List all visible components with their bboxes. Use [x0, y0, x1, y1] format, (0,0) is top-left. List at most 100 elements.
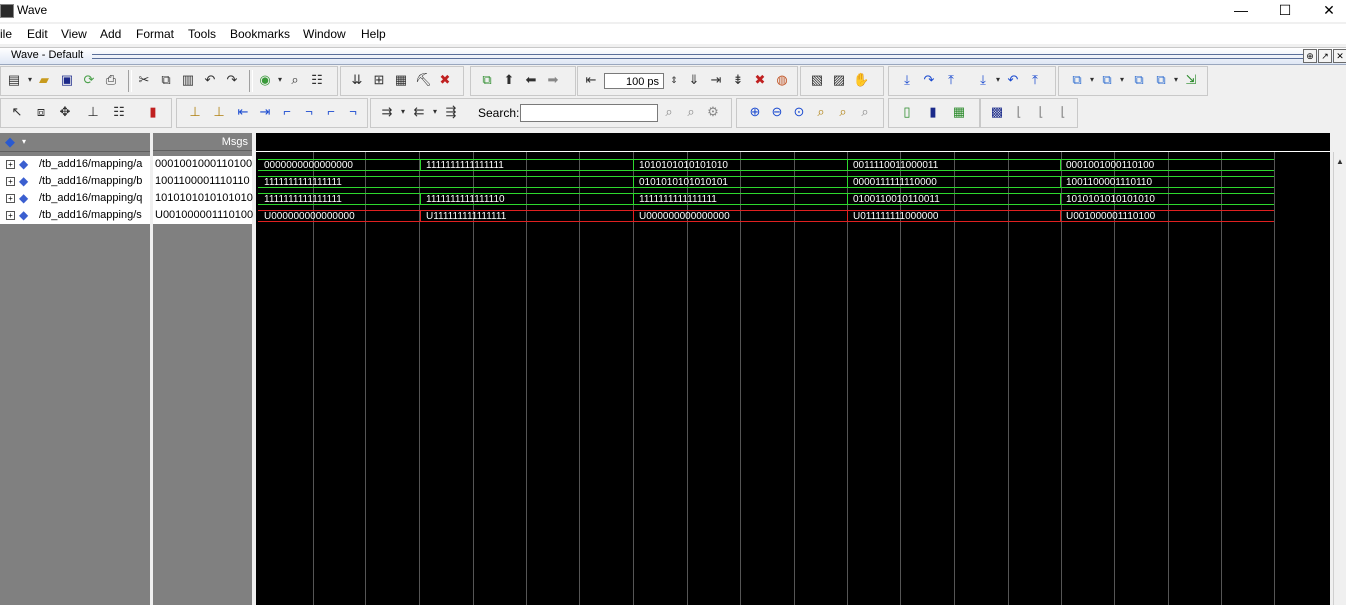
search-prev-icon[interactable]: ⌕ — [661, 104, 677, 120]
pan-mode-icon[interactable]: ✥ — [57, 104, 73, 120]
stop-icon[interactable]: ✖ — [437, 72, 453, 88]
drag-grip[interactable] — [92, 54, 1306, 59]
step-over-icon[interactable]: ↷ — [921, 72, 937, 88]
waveform-segment[interactable]: 1111111111111111 — [258, 176, 633, 188]
close-pane-icon[interactable]: ✕ — [1333, 49, 1346, 63]
stop-run-icon[interactable]: ◍ — [774, 72, 790, 88]
prev-falling-icon[interactable]: ⌐ — [279, 104, 295, 120]
delete-cursor-icon[interactable]: ⊥ — [211, 104, 227, 120]
next-falling-icon[interactable]: ¬ — [301, 104, 317, 120]
waveform-segment[interactable]: U000000000000000 — [633, 210, 847, 222]
waveform-segment[interactable]: 0001001000110100 — [1060, 159, 1274, 171]
dropdown-arrow-icon[interactable]: ▾ — [990, 72, 1006, 88]
search-input[interactable] — [520, 104, 658, 122]
menu-view[interactable]: View — [61, 27, 87, 41]
waveform-segment[interactable]: 0000000000000000 — [258, 159, 420, 171]
pattern-icon[interactable]: ▩ — [989, 104, 1005, 120]
pulse-edge-icon[interactable]: ⌊ — [1055, 104, 1071, 120]
step-edge-icon[interactable]: ⌊ — [1033, 104, 1049, 120]
redo-icon[interactable]: ↷ — [224, 72, 240, 88]
zoom-in-icon[interactable]: ⊕ — [747, 104, 763, 120]
profile-icon[interactable]: ▧ — [809, 72, 825, 88]
maximize-button[interactable]: ☐ — [1262, 0, 1308, 22]
layout4-icon[interactable]: ⧉ — [1153, 72, 1169, 88]
add-icon[interactable]: ◉ — [257, 72, 273, 88]
waveform-segment[interactable]: 1111111111111111 — [420, 159, 633, 171]
dropdown-arrow-icon[interactable]: ▾ — [272, 72, 288, 88]
break-run-icon[interactable]: ✖ — [752, 72, 768, 88]
run-length-input[interactable]: 100 ps — [604, 73, 664, 89]
zoom-mode-icon[interactable]: ⧈ — [33, 104, 49, 120]
layout2-icon[interactable]: ⧉ — [1099, 72, 1115, 88]
save-icon[interactable]: ▣ — [59, 72, 75, 88]
waveform-segment[interactable]: 1111111111111111 — [633, 193, 847, 205]
search-next-icon[interactable]: ⌕ — [683, 104, 699, 120]
prev-edge-icon[interactable]: ⇤ — [235, 104, 251, 120]
waveform-segment[interactable]: 1111111111111110 — [420, 193, 633, 205]
layout3-icon[interactable]: ⧉ — [1131, 72, 1147, 88]
signal-row-a[interactable]: + ◆ /tb_add16/mapping/a — [0, 156, 150, 173]
waveform-segment[interactable]: 0101010101010101 — [633, 176, 847, 188]
paste-icon[interactable]: ▥ — [180, 72, 196, 88]
waveform-segment[interactable]: 1001100001110110 — [1060, 176, 1274, 188]
layout-icon[interactable]: ⧉ — [1069, 72, 1085, 88]
vertical-scrollbar[interactable]: ▲ — [1333, 152, 1346, 605]
menu-file[interactable]: ile — [0, 27, 12, 41]
minimize-button[interactable]: — — [1218, 0, 1264, 22]
run-icon[interactable]: ⇓ — [686, 72, 702, 88]
find-icon[interactable]: ⌕ — [287, 72, 303, 88]
memory-icon[interactable]: ▨ — [831, 72, 847, 88]
waveform-segment[interactable]: 1010101010101010 — [633, 159, 847, 171]
zoom-full-icon[interactable]: ⊙ — [791, 104, 807, 120]
break-icon[interactable]: ⛏ — [415, 72, 432, 88]
search-options-icon[interactable]: ⚙ — [705, 104, 721, 120]
new-icon[interactable]: ▤ — [6, 72, 22, 88]
step-over-back-icon[interactable]: ↶ — [1005, 72, 1021, 88]
close-button[interactable]: ✕ — [1306, 0, 1346, 22]
left-arrow-icon[interactable]: ⬅ — [523, 72, 539, 88]
waveform-segment[interactable]: 1111111111111111 — [258, 193, 420, 205]
run-all-icon[interactable]: ⇟ — [730, 72, 746, 88]
literal-icon[interactable]: ▮ — [925, 104, 941, 120]
signal-row-b[interactable]: + ◆ /tb_add16/mapping/b — [0, 173, 150, 190]
ruler-icon[interactable]: ☷ — [111, 104, 127, 120]
prev-rising-icon[interactable]: ⌐ — [323, 104, 339, 120]
menu-tools[interactable]: Tools — [188, 27, 216, 41]
waveform-segment[interactable]: 1010101010101010 — [1060, 193, 1274, 205]
waveform-pane[interactable]: 0000000000000000 1111111111111111 10101010… — [256, 133, 1330, 605]
menu-format[interactable]: Format — [136, 27, 174, 41]
zoom-last-icon[interactable]: ⌕ — [835, 104, 851, 120]
right-arrow-icon[interactable]: ➡ — [545, 72, 561, 88]
expand-icon[interactable]: + — [6, 177, 15, 186]
dropdown-arrow-icon[interactable]: ▾ — [16, 134, 32, 150]
signal-row-q[interactable]: + ◆ /tb_add16/mapping/q — [0, 190, 150, 207]
dropdown-arrow-icon[interactable]: ▾ — [1114, 72, 1130, 88]
signal-row-s[interactable]: + ◆ /tb_add16/mapping/s — [0, 207, 150, 224]
waveform-segment[interactable]: 0100110010110011 — [847, 193, 1060, 205]
undock-icon[interactable]: ↗ — [1318, 49, 1332, 63]
dropdown-arrow-icon[interactable]: ▾ — [395, 104, 411, 120]
compile-all-icon[interactable]: ⊞ — [371, 72, 387, 88]
copy-icon[interactable]: ⧉ — [158, 72, 174, 88]
up-arrow-icon[interactable]: ⬆ — [501, 72, 517, 88]
scroll-up-icon[interactable]: ▲ — [1332, 154, 1346, 170]
print-icon[interactable]: ⎙ — [103, 72, 119, 88]
expand-icon[interactable]: + — [6, 160, 15, 169]
compile-icon[interactable]: ⇊ — [349, 72, 365, 88]
next-edge-icon[interactable]: ⇥ — [257, 104, 273, 120]
undo-icon[interactable]: ↶ — [202, 72, 218, 88]
dock-icon[interactable]: ⊕ — [1303, 49, 1317, 63]
step-back-icon[interactable]: ⤓ — [975, 72, 991, 88]
menu-window[interactable]: Window — [303, 27, 346, 41]
menu-help[interactable]: Help — [361, 27, 386, 41]
zoom-out-icon[interactable]: ⊖ — [769, 104, 785, 120]
simulate-icon[interactable]: ▦ — [393, 72, 409, 88]
open-icon[interactable]: ▰ — [36, 72, 52, 88]
continue-icon[interactable]: ⇥ — [708, 72, 724, 88]
format-icon[interactable]: ☷ — [309, 72, 325, 88]
zoom-range-icon[interactable]: ⌕ — [857, 104, 873, 120]
cut-icon[interactable]: ✂ — [136, 72, 152, 88]
waveform-segment[interactable]: 0011110011000011 — [847, 159, 1060, 171]
restart-icon[interactable]: ⇤ — [583, 72, 599, 88]
menu-edit[interactable]: Edit — [27, 27, 48, 41]
